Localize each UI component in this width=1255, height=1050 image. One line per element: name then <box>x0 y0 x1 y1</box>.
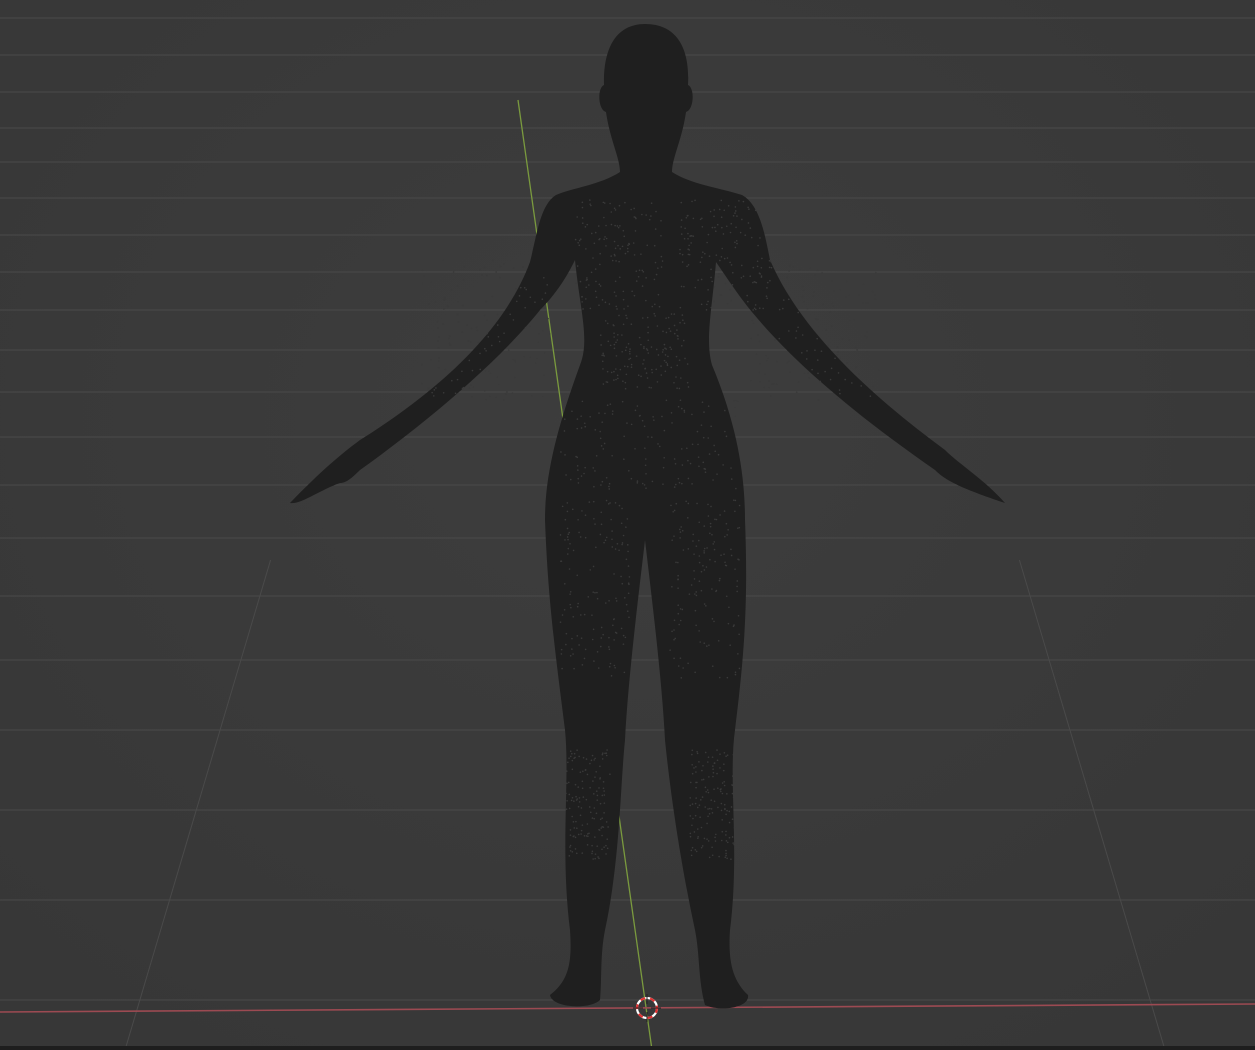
viewport-bottom-border <box>0 1046 1255 1050</box>
3d-viewport[interactable] <box>0 0 1255 1050</box>
viewport-canvas[interactable] <box>0 0 1255 1050</box>
